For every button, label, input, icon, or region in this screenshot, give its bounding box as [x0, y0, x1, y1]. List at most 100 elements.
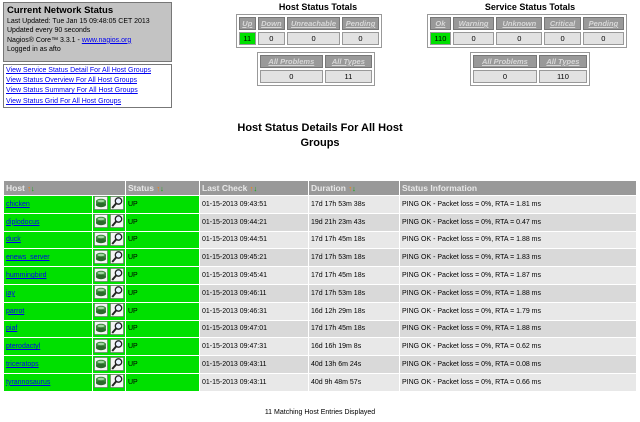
host-link[interactable]: pterodactyl — [6, 343, 40, 350]
host-cell: hummingbird — [4, 267, 92, 284]
host-icons-cell — [93, 231, 125, 249]
host-down-count: 0 — [257, 32, 286, 45]
info-title: Current Network Status — [7, 5, 114, 16]
host-unreachable-header[interactable]: Unreachable — [287, 17, 341, 30]
magnifier-icon[interactable] — [110, 285, 124, 301]
service-pending-header[interactable]: Pending — [582, 17, 624, 30]
magnifier-icon[interactable] — [110, 232, 124, 248]
host-link[interactable]: triceratops — [6, 361, 39, 368]
service-ok-count: 110 — [430, 32, 451, 45]
host-cell: parrot — [4, 302, 92, 320]
network-icon[interactable] — [94, 285, 108, 301]
duration-cell: 17d 17h 53m 18s — [309, 249, 399, 267]
host-column-label: Host — [6, 183, 25, 193]
magnifier-icon[interactable] — [110, 338, 124, 355]
duration-cell: 17d 17h 45m 18s — [309, 320, 399, 338]
link-status-overview[interactable]: View Status Overview For All Host Groups — [6, 76, 169, 86]
magnifier-icon[interactable] — [110, 374, 124, 390]
host-down-header[interactable]: Down — [257, 17, 286, 30]
network-icon[interactable] — [94, 267, 108, 284]
network-icon[interactable] — [94, 356, 108, 373]
duration-column-header: Duration ↑↓ — [309, 181, 399, 195]
host-link[interactable]: duck — [6, 236, 21, 243]
last-check-cell: 01-15-2013 09:45:41 — [200, 267, 308, 284]
service-totals-title: Service Status Totals — [484, 2, 576, 12]
network-icon[interactable] — [94, 232, 108, 248]
host-link[interactable]: parrot — [6, 308, 24, 315]
host-icons-cell — [93, 373, 125, 391]
page-title-line-1: Host Status Details For All Host — [237, 122, 403, 134]
link-status-summary[interactable]: View Status Summary For All Host Groups — [6, 86, 169, 96]
host-up-header[interactable]: Up — [239, 17, 256, 30]
status-info-cell: PING OK - Packet loss = 0%, RTA = 1.88 m… — [400, 284, 636, 302]
status-info-cell: PING OK - Packet loss = 0%, RTA = 1.79 m… — [400, 302, 636, 320]
last-check-cell: 01-15-2013 09:44:21 — [200, 213, 308, 231]
network-icon[interactable] — [94, 321, 108, 337]
last-check-column-header: Last Check ↑↓ — [200, 181, 308, 195]
status-info-cell: PING OK - Packet loss = 0%, RTA = 0.08 m… — [400, 356, 636, 373]
host-icons-cell — [93, 320, 125, 338]
host-icons-cell — [93, 196, 125, 213]
service-unknown-count: 0 — [496, 32, 543, 45]
service-ok-header[interactable]: Ok — [430, 17, 451, 30]
duration-cell: 17d 17h 53m 18s — [309, 284, 399, 302]
magnifier-icon[interactable] — [110, 267, 124, 284]
network-icon[interactable] — [94, 196, 108, 212]
host-link[interactable]: piaf — [6, 325, 17, 332]
magnifier-icon[interactable] — [110, 214, 124, 230]
host-icons-cell — [93, 213, 125, 231]
status-cell: UP — [126, 302, 199, 320]
status-cell: UP — [126, 231, 199, 249]
table-row: enews_server UP 01-15-2013 09:45:21 17d 17h… — [4, 249, 636, 267]
host-pending-header[interactable]: Pending — [342, 17, 379, 30]
table-row: parrot UP 01-15-2013 09:46:31 16d 12h 29m 1… — [4, 302, 636, 320]
magnifier-icon[interactable] — [110, 303, 124, 319]
network-icon[interactable] — [94, 303, 108, 319]
table-row: jay UP 01-15-2013 09:46:11 17d 17h 53m 18s P… — [4, 284, 636, 302]
host-all-problems-header[interactable]: All Problems — [260, 55, 323, 68]
sort-descending-icon[interactable]: ↓ — [31, 184, 35, 193]
status-cell: UP — [126, 267, 199, 284]
link-status-grid[interactable]: View Status Grid For All Host Groups — [6, 97, 169, 107]
host-link[interactable]: jay — [6, 290, 15, 297]
magnifier-icon[interactable] — [110, 196, 124, 212]
network-icon[interactable] — [94, 214, 108, 230]
status-info-column-header: Status Information — [400, 181, 636, 195]
duration-cell: 40d 9h 48m 57s — [309, 373, 399, 391]
network-icon[interactable] — [94, 338, 108, 355]
sort-descending-icon[interactable]: ↓ — [352, 184, 356, 193]
last-check-cell: 01-15-2013 09:46:31 — [200, 302, 308, 320]
sort-descending-icon[interactable]: ↓ — [160, 184, 164, 193]
last-check-cell: 01-15-2013 09:47:31 — [200, 338, 308, 356]
magnifier-icon[interactable] — [110, 356, 124, 373]
sort-descending-icon[interactable]: ↓ — [253, 184, 257, 193]
nagios-link[interactable]: www.nagios.org — [82, 37, 131, 44]
service-all-types-header[interactable]: All Types — [538, 55, 587, 68]
host-link[interactable]: hummingbird — [6, 272, 46, 279]
host-link[interactable]: diplodocus — [6, 219, 39, 226]
status-column-label: Status — [128, 183, 154, 193]
service-pending-count: 0 — [582, 32, 624, 45]
host-link[interactable]: chicken — [6, 201, 30, 208]
service-all-problems-header[interactable]: All Problems — [473, 55, 537, 68]
service-critical-header[interactable]: Critical — [544, 17, 581, 30]
link-service-detail[interactable]: View Service Status Detail For All Host … — [6, 66, 169, 76]
host-all-problems-count: 0 — [260, 70, 323, 83]
info-box: Current Network Status Last Updated: Tue… — [3, 2, 172, 62]
update-interval: Updated every 90 seconds — [7, 27, 91, 35]
magnifier-icon[interactable] — [110, 321, 124, 337]
host-all-types-header[interactable]: All Types — [324, 55, 372, 68]
duration-cell: 17d 17h 45m 18s — [309, 267, 399, 284]
host-link[interactable]: enews_server — [6, 254, 50, 261]
service-warning-header[interactable]: Warning — [452, 17, 495, 30]
status-info-cell: PING OK - Packet loss = 0%, RTA = 1.87 m… — [400, 267, 636, 284]
host-link[interactable]: tyrannosaurus — [6, 379, 50, 386]
host-totals-title: Host Status Totals — [278, 2, 358, 12]
host-cell: diplodocus — [4, 213, 92, 231]
last-check-cell: 01-15-2013 09:43:11 — [200, 373, 308, 391]
magnifier-icon[interactable] — [110, 249, 124, 266]
service-summary-table: All Problems All Types 0 110 — [470, 52, 590, 86]
service-unknown-header[interactable]: Unknown — [496, 17, 543, 30]
network-icon[interactable] — [94, 374, 108, 390]
network-icon[interactable] — [94, 249, 108, 266]
